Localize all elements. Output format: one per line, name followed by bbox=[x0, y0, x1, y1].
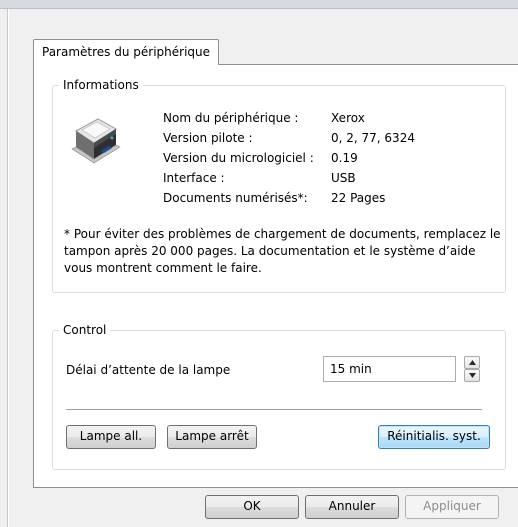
window-frame-left bbox=[0, 9, 8, 527]
spin-up-button[interactable] bbox=[464, 356, 480, 369]
control-group-title: Control bbox=[59, 322, 111, 338]
driver-version-label: Version pilote : bbox=[163, 131, 253, 145]
info-row-firmware-version: Version du micrologiciel : 0.19 bbox=[163, 148, 415, 168]
cancel-button[interactable]: Annuler bbox=[305, 495, 399, 519]
window-frame-top bbox=[0, 0, 518, 9]
device-name-value: Xerox bbox=[331, 111, 365, 125]
lamp-on-button[interactable]: Lampe all. bbox=[66, 425, 156, 449]
lamp-off-button[interactable]: Lampe arrêt bbox=[167, 425, 257, 449]
ok-button[interactable]: OK bbox=[205, 495, 299, 519]
lamp-timeout-spinner bbox=[464, 356, 480, 382]
scanned-documents-value: 22 Pages bbox=[331, 191, 386, 205]
control-group: Control Délai d’attente de la lampe 15 m… bbox=[52, 322, 506, 470]
interface-label: Interface : bbox=[163, 171, 225, 185]
lamp-timeout-field[interactable]: 15 min bbox=[323, 356, 456, 382]
printer-scanner-icon bbox=[71, 118, 121, 164]
arrow-down-icon bbox=[469, 373, 476, 378]
info-row-device-name: Nom du périphérique : Xerox bbox=[163, 108, 415, 128]
lamp-timeout-label: Délai d’attente de la lampe bbox=[66, 363, 231, 377]
tab-label: Paramètres du périphérique bbox=[42, 45, 211, 59]
info-row-interface: Interface : USB bbox=[163, 168, 415, 188]
device-info-table: Nom du périphérique : Xerox Version pilo… bbox=[163, 108, 415, 208]
device-settings-dialog: Paramètres du périphérique Informations … bbox=[9, 9, 518, 527]
pad-replacement-note: * Pour éviter des problèmes de chargemen… bbox=[64, 227, 501, 275]
driver-version-value: 0, 2, 77, 6324 bbox=[331, 131, 415, 145]
interface-value: USB bbox=[331, 171, 356, 185]
control-separator bbox=[66, 409, 482, 411]
arrow-up-icon bbox=[469, 360, 476, 365]
spin-down-button[interactable] bbox=[464, 369, 480, 382]
information-group-title: Informations bbox=[59, 77, 143, 93]
firmware-version-value: 0.19 bbox=[331, 151, 358, 165]
device-name-label: Nom du périphérique : bbox=[163, 111, 299, 125]
tab-device-settings[interactable]: Paramètres du périphérique bbox=[33, 39, 220, 65]
scanned-documents-label: Documents numérisés*: bbox=[163, 191, 308, 205]
info-row-driver-version: Version pilote : 0, 2, 77, 6324 bbox=[163, 128, 415, 148]
system-reset-button[interactable]: Réinitialis. syst. bbox=[378, 425, 490, 449]
info-row-scanned-documents: Documents numérisés*: 22 Pages bbox=[163, 188, 415, 208]
information-group: Informations Nom du périphérique : Xerox… bbox=[52, 77, 506, 293]
firmware-version-label: Version du micrologiciel : bbox=[163, 151, 314, 165]
apply-button[interactable]: Appliquer bbox=[405, 495, 499, 519]
tab-panel: Informations Nom du périphérique : Xerox… bbox=[33, 64, 518, 488]
